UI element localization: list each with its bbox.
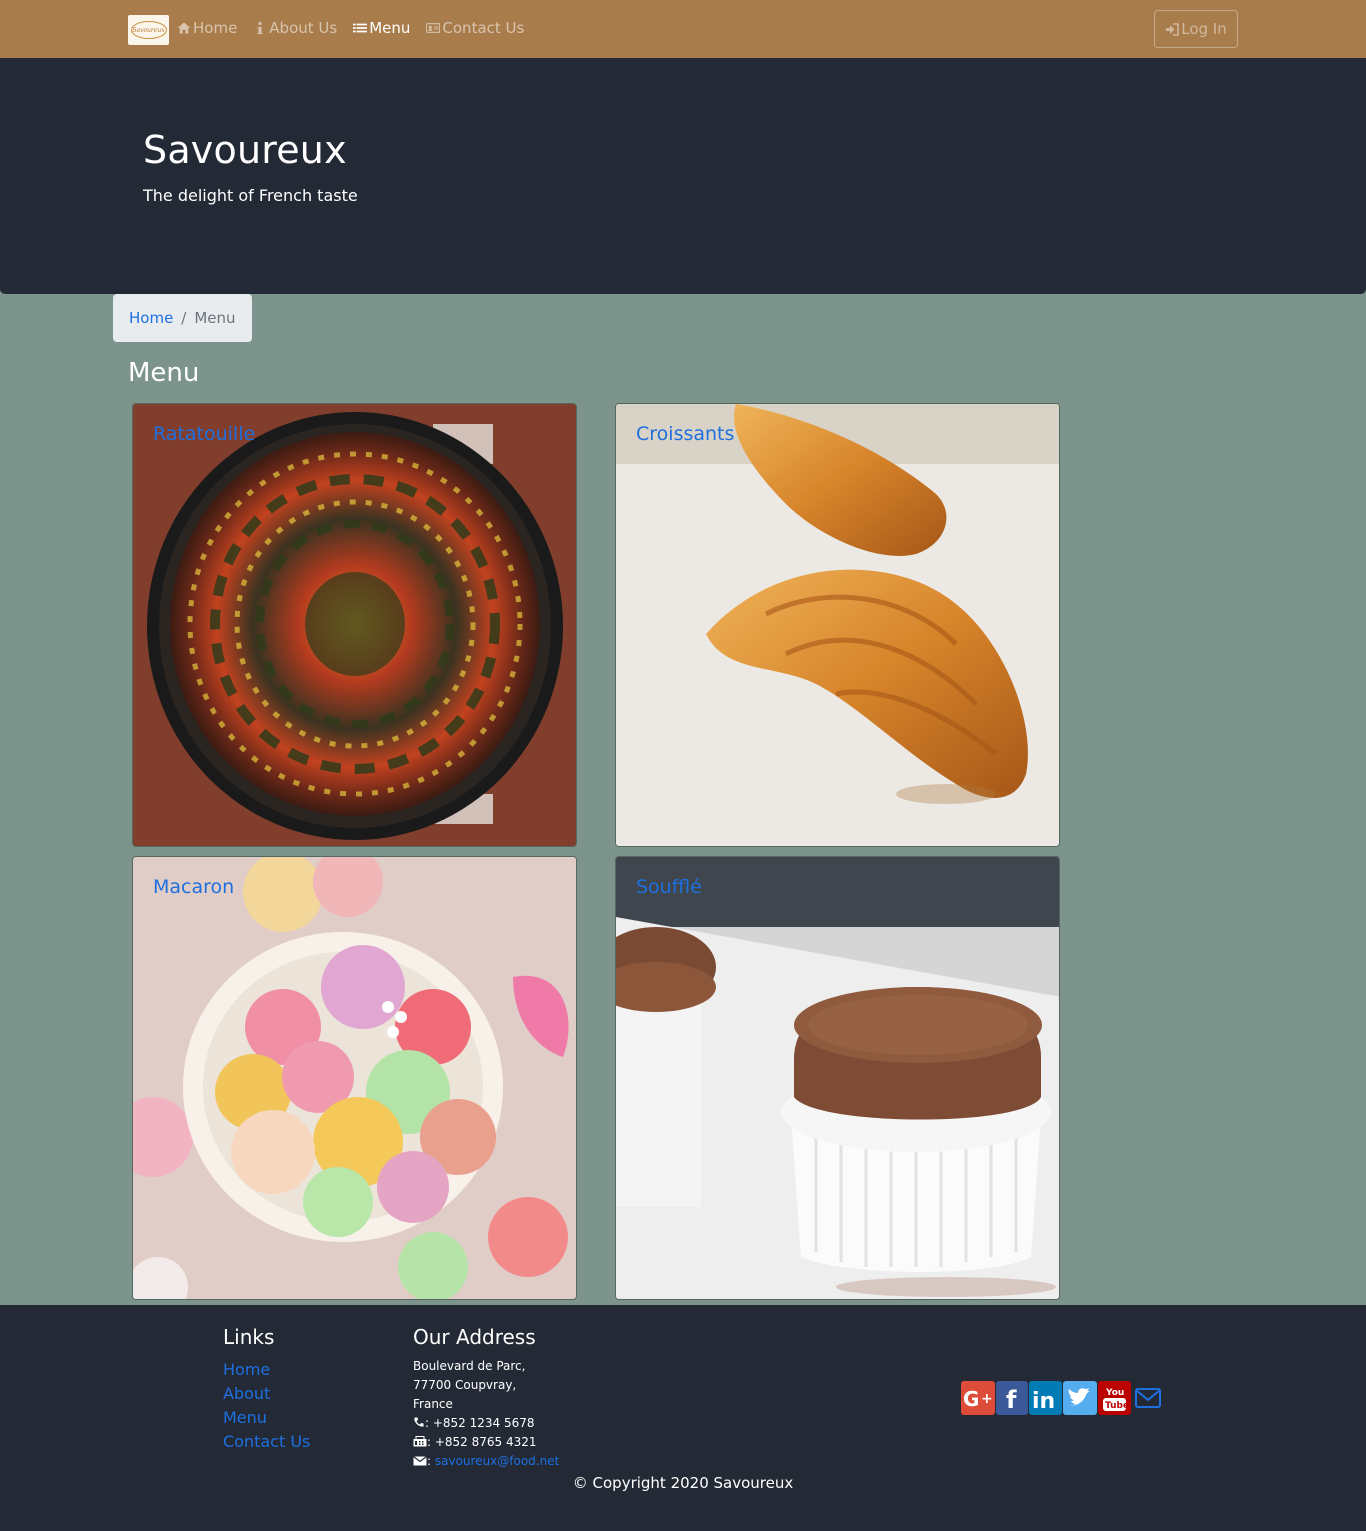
login-button-label: Log In bbox=[1181, 20, 1227, 38]
footer-link-menu[interactable]: Menu bbox=[223, 1408, 267, 1427]
list-icon bbox=[353, 23, 368, 33]
breadcrumb-home-link[interactable]: Home bbox=[129, 309, 173, 327]
navbar: Savoureux Home About Us Menu Contact Us … bbox=[0, 0, 1366, 58]
breadcrumb: Home / Menu bbox=[113, 294, 252, 342]
croissants-image bbox=[616, 404, 1059, 846]
breadcrumb-separator: / bbox=[181, 309, 187, 327]
breadcrumb-current: Menu bbox=[194, 309, 236, 327]
jumbotron-subtitle: The delight of French taste bbox=[143, 186, 358, 205]
nav-item-about-label: About Us bbox=[269, 19, 338, 37]
svg-text:f: f bbox=[1006, 1386, 1017, 1414]
nav-item-home-label: Home bbox=[193, 19, 238, 37]
footer-address-heading: Our Address bbox=[413, 1325, 536, 1349]
dish-card-ratatouille[interactable]: Ratatouille bbox=[132, 403, 577, 847]
email-link[interactable]: savoureux@food.net bbox=[435, 1454, 559, 1468]
nav-item-menu-label: Menu bbox=[369, 19, 411, 37]
dish-card-croissants[interactable]: Croissants bbox=[615, 403, 1060, 847]
home-icon bbox=[177, 22, 191, 34]
nav-item-contact[interactable]: Contact Us bbox=[426, 19, 524, 37]
address-line-2: 77700 Coupvray, bbox=[413, 1378, 517, 1392]
svg-text:+: + bbox=[981, 1391, 993, 1407]
twitter-icon[interactable] bbox=[1063, 1381, 1097, 1415]
email-line: : savoureux@food.net bbox=[413, 1454, 559, 1468]
envelope-small-icon bbox=[413, 1456, 427, 1466]
address-line-1: Boulevard de Parc, bbox=[413, 1359, 526, 1373]
ratatouille-image bbox=[133, 404, 576, 846]
dish-title-croissants[interactable]: Croissants bbox=[636, 423, 734, 445]
dish-title-macaron[interactable]: Macaron bbox=[153, 876, 234, 898]
footer-links-heading: Links bbox=[223, 1325, 275, 1349]
phone-number: : +852 1234 5678 bbox=[425, 1416, 535, 1430]
jumbotron: Savoureux The delight of French taste bbox=[0, 58, 1366, 294]
phone-line: : +852 1234 5678 bbox=[413, 1416, 535, 1430]
dish-title-souffle[interactable]: Soufflé bbox=[636, 876, 702, 898]
dish-card-macaron[interactable]: Macaron bbox=[132, 856, 577, 1300]
address-line-3: France bbox=[413, 1397, 453, 1411]
souffle-image bbox=[616, 857, 1059, 1299]
address-card-icon bbox=[426, 23, 441, 33]
linkedin-icon[interactable]: in bbox=[1029, 1381, 1062, 1415]
footer bbox=[0, 1305, 1366, 1531]
footer-link-contact[interactable]: Contact Us bbox=[223, 1432, 310, 1451]
nav-links: Home About Us Menu Contact Us bbox=[177, 19, 524, 37]
jumbotron-title: Savoureux bbox=[143, 128, 347, 172]
nav-item-menu[interactable]: Menu bbox=[353, 19, 410, 37]
phone-icon bbox=[414, 1417, 424, 1427]
svg-text:in: in bbox=[1032, 1389, 1055, 1414]
fax-icon bbox=[413, 1436, 427, 1447]
svg-text:G: G bbox=[963, 1387, 979, 1411]
nav-item-about[interactable]: About Us bbox=[253, 19, 337, 37]
macaron-image bbox=[133, 857, 576, 1299]
svg-text:You: You bbox=[1105, 1388, 1124, 1398]
dish-title-ratatouille[interactable]: Ratatouille bbox=[153, 423, 255, 445]
info-icon bbox=[257, 21, 263, 34]
page-title: Menu bbox=[128, 358, 200, 388]
copyright-text: © Copyright 2020 Savoureux bbox=[572, 1474, 794, 1492]
fax-number: : +852 8765 4321 bbox=[427, 1435, 537, 1449]
google-plus-icon[interactable]: G + bbox=[961, 1381, 995, 1415]
sign-in-icon bbox=[1166, 22, 1180, 36]
youtube-icon[interactable]: You Tube bbox=[1098, 1381, 1131, 1415]
brand-logo-text: Savoureux bbox=[132, 26, 165, 34]
nav-item-home[interactable]: Home bbox=[177, 19, 237, 37]
facebook-icon[interactable]: f bbox=[996, 1381, 1028, 1415]
brand-logo[interactable]: Savoureux bbox=[128, 15, 169, 45]
dish-card-souffle[interactable]: Soufflé bbox=[615, 856, 1060, 1300]
footer-link-about[interactable]: About bbox=[223, 1384, 270, 1403]
footer-link-home[interactable]: Home bbox=[223, 1360, 270, 1379]
svg-text:Tube: Tube bbox=[1105, 1401, 1129, 1411]
login-button[interactable]: Log In bbox=[1154, 10, 1238, 48]
nav-item-contact-label: Contact Us bbox=[442, 19, 525, 37]
envelope-icon[interactable] bbox=[1134, 1381, 1162, 1415]
fax-line: : +852 8765 4321 bbox=[413, 1435, 537, 1449]
